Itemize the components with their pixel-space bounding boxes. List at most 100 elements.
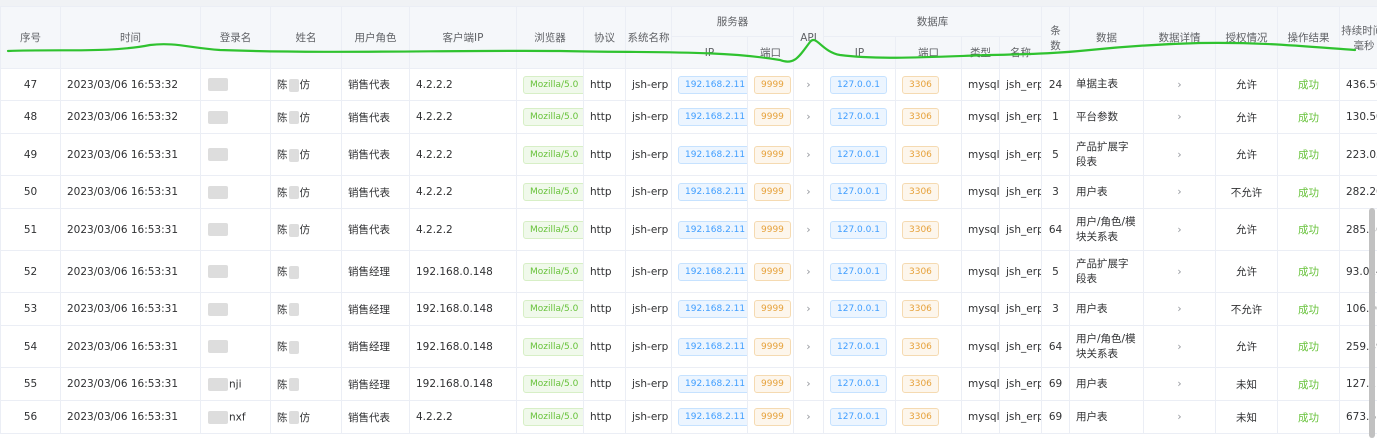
cell-name-first: 陈 xyxy=(277,303,288,316)
table-row[interactable]: 56 2023/03/06 16:53:31 nxf 陈仿 销售代表 4.2.2… xyxy=(0,400,1377,434)
redacted-login-mask xyxy=(208,148,228,161)
cell-seq: 53 xyxy=(0,292,61,326)
api-expand-icon[interactable]: › xyxy=(793,133,824,176)
data-detail-expand-icon[interactable]: › xyxy=(1143,68,1216,101)
data-detail-expand-icon[interactable]: › xyxy=(1143,208,1216,251)
cell-db-ip: 127.0.0.1 xyxy=(823,68,896,101)
data-detail-expand-icon[interactable]: › xyxy=(1143,100,1216,134)
cell-db-type: mysql xyxy=(961,292,1000,326)
api-expand-icon[interactable]: › xyxy=(793,367,824,401)
redacted-name-mask xyxy=(288,148,299,162)
db-ip-tag: 127.0.0.1 xyxy=(830,145,887,164)
cell-server-ip: 192.168.2.11 xyxy=(671,250,748,293)
api-expand-icon[interactable]: › xyxy=(793,325,824,368)
cell-db-port: 3306 xyxy=(895,250,962,293)
server-port-tag: 9999 xyxy=(754,183,791,201)
cell-login-text: nxf xyxy=(229,411,246,423)
table-row[interactable]: 51 2023/03/06 16:53:31 陈仿 销售代表 4.2.2.2 M… xyxy=(0,208,1377,251)
header-count-line1: 条 xyxy=(1050,24,1061,37)
cell-name-first: 陈 xyxy=(277,186,288,199)
cell-db-ip: 127.0.0.1 xyxy=(823,292,896,326)
cell-name-first: 陈 xyxy=(277,111,288,124)
cell-system: jsh-erp xyxy=(625,133,672,176)
cell-db-type: mysql xyxy=(961,100,1000,134)
api-expand-icon[interactable]: › xyxy=(793,400,824,434)
cell-count: 3 xyxy=(1041,175,1070,209)
data-detail-expand-icon[interactable]: › xyxy=(1143,133,1216,176)
table-row[interactable]: 54 2023/03/06 16:53:31 陈 销售经理 192.168.0.… xyxy=(0,325,1377,368)
table-row[interactable]: 48 2023/03/06 16:53:32 陈仿 销售代表 4.2.2.2 M… xyxy=(0,100,1377,134)
server-port-tag: 9999 xyxy=(754,300,791,318)
redacted-login-mask xyxy=(208,340,228,353)
cell-client-ip: 4.2.2.2 xyxy=(409,100,517,134)
db-port-tag: 3306 xyxy=(902,408,939,426)
cell-system: jsh-erp xyxy=(625,100,672,134)
db-port-tag: 3306 xyxy=(902,108,939,126)
data-detail-expand-icon[interactable]: › xyxy=(1143,250,1216,293)
table-row[interactable]: 55 2023/03/06 16:53:31 nji 陈 销售经理 192.16… xyxy=(0,367,1377,401)
api-expand-icon[interactable]: › xyxy=(793,292,824,326)
cell-browser: Mozilla/5.0 xyxy=(516,367,584,401)
cell-server-port: 9999 xyxy=(747,133,794,176)
data-detail-expand-icon[interactable]: › xyxy=(1143,175,1216,209)
header-db-name: 名称 xyxy=(999,36,1042,69)
vertical-scrollbar[interactable] xyxy=(1369,208,1375,438)
cell-auth: 允许 xyxy=(1215,100,1278,134)
data-detail-expand-icon[interactable]: › xyxy=(1143,367,1216,401)
cell-db-ip: 127.0.0.1 xyxy=(823,100,896,134)
table-row[interactable]: 52 2023/03/06 16:53:31 陈 销售经理 192.168.0.… xyxy=(0,250,1377,293)
api-expand-icon[interactable]: › xyxy=(793,175,824,209)
api-expand-icon[interactable]: › xyxy=(793,68,824,101)
cell-auth: 允许 xyxy=(1215,68,1278,101)
db-ip-tag: 127.0.0.1 xyxy=(830,183,887,201)
redacted-name-mask xyxy=(288,186,299,199)
cell-seq: 50 xyxy=(0,175,61,209)
redacted-login-mask xyxy=(208,377,228,391)
header-data-detail: 数据详情 xyxy=(1143,6,1216,69)
cell-data: 用户/角色/模块关系表 xyxy=(1069,325,1144,368)
table-row[interactable]: 50 2023/03/06 16:53:31 陈仿 销售代表 4.2.2.2 M… xyxy=(0,175,1377,209)
cell-auth: 未知 xyxy=(1215,400,1278,434)
cell-server-port: 9999 xyxy=(747,250,794,293)
cell-count: 5 xyxy=(1041,250,1070,293)
cell-db-type: mysql xyxy=(961,400,1000,434)
cell-server-ip: 192.168.2.11 xyxy=(671,133,748,176)
header-count-line2: 数 xyxy=(1050,39,1061,52)
server-port-tag: 9999 xyxy=(754,108,791,126)
browser-tag: Mozilla/5.0 xyxy=(523,183,583,201)
data-detail-expand-icon[interactable]: › xyxy=(1143,400,1216,434)
table-row[interactable]: 49 2023/03/06 16:53:31 陈仿 销售代表 4.2.2.2 M… xyxy=(0,133,1377,176)
cell-login xyxy=(200,208,271,251)
cell-name: 陈仿 xyxy=(270,68,342,101)
cell-db-name: jsh_erp xyxy=(999,208,1042,251)
table-row[interactable]: 53 2023/03/06 16:53:31 陈 销售经理 192.168.0.… xyxy=(0,292,1377,326)
cell-time: 2023/03/06 16:53:31 xyxy=(60,325,201,368)
api-expand-icon[interactable]: › xyxy=(793,100,824,134)
cell-auth: 不允许 xyxy=(1215,292,1278,326)
cell-protocol: http xyxy=(583,250,626,293)
header-api: API xyxy=(793,6,824,69)
cell-db-type: mysql xyxy=(961,367,1000,401)
cell-login-text: nji xyxy=(229,378,242,390)
server-port-tag: 9999 xyxy=(754,375,791,393)
api-expand-icon[interactable]: › xyxy=(793,208,824,251)
header-browser: 浏览器 xyxy=(516,6,584,69)
cell-login xyxy=(200,325,271,368)
cell-data: 平台参数 xyxy=(1069,100,1144,134)
data-detail-expand-icon[interactable]: › xyxy=(1143,325,1216,368)
cell-client-ip: 4.2.2.2 xyxy=(409,208,517,251)
cell-client-ip: 192.168.0.148 xyxy=(409,292,517,326)
table-row[interactable]: 47 2023/03/06 16:53:32 陈仿 销售代表 4.2.2.2 M… xyxy=(0,68,1377,101)
cell-login xyxy=(200,68,271,101)
header-client-ip: 客户端IP xyxy=(409,6,517,69)
cell-result: 成功 xyxy=(1277,133,1340,176)
cell-duration: 282.266 xyxy=(1339,175,1377,209)
cell-db-name: jsh_erp xyxy=(999,325,1042,368)
data-detail-expand-icon[interactable]: › xyxy=(1143,292,1216,326)
cell-role: 销售代表 xyxy=(341,400,410,434)
header-count: 条 数 xyxy=(1041,6,1070,69)
cell-system: jsh-erp xyxy=(625,400,672,434)
api-expand-icon[interactable]: › xyxy=(793,250,824,293)
cell-role: 销售代表 xyxy=(341,100,410,134)
cell-result: 成功 xyxy=(1277,250,1340,293)
